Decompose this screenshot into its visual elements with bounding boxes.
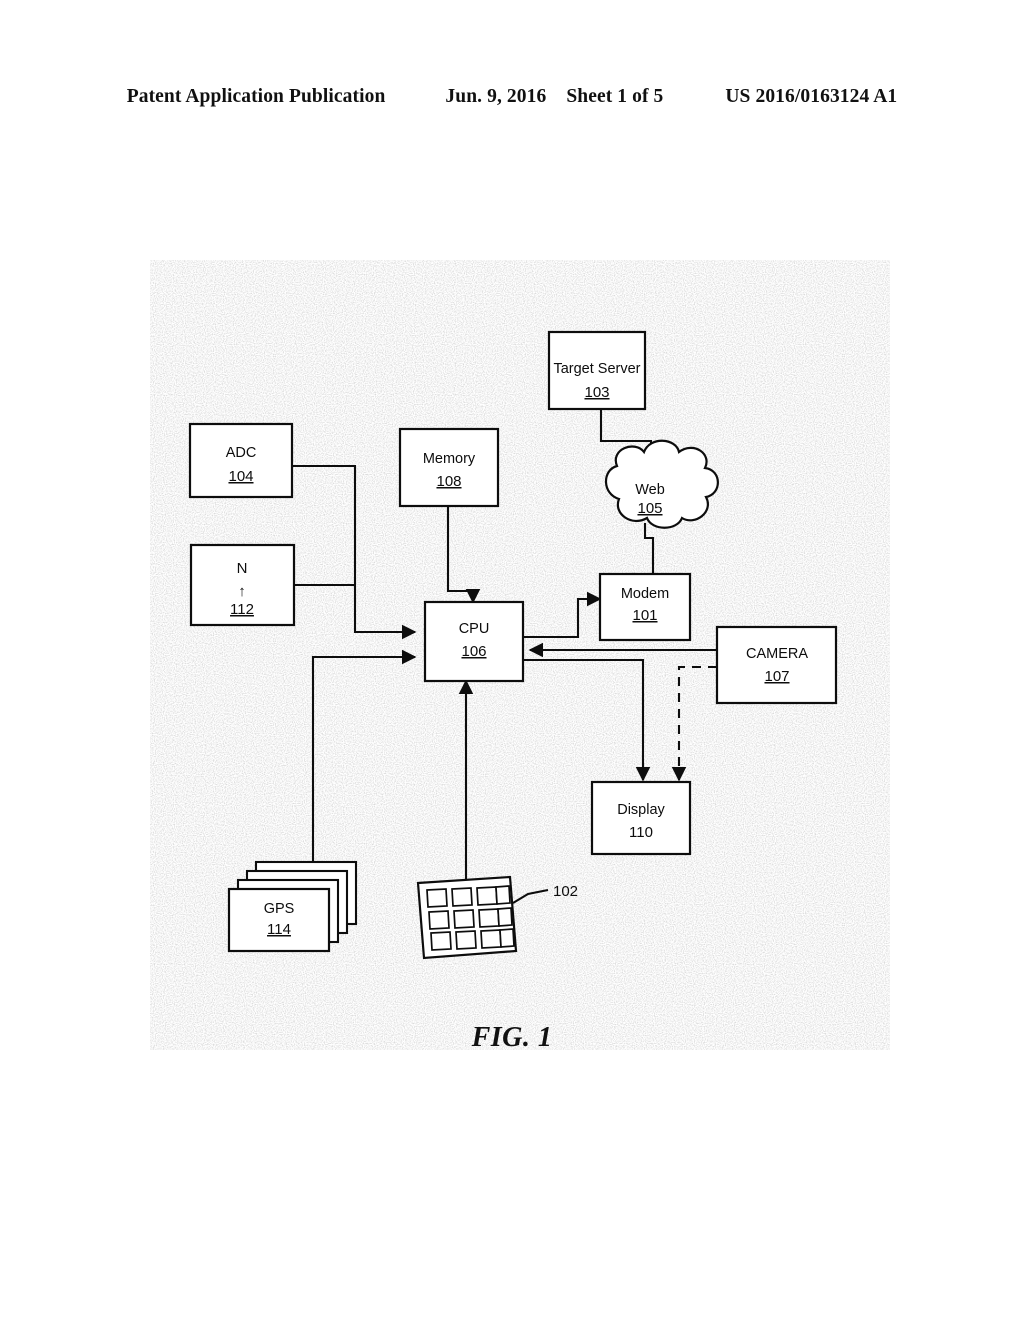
- web-label: Web: [635, 482, 665, 498]
- node-display[interactable]: Display 110: [590, 780, 692, 856]
- gps-card-front: [227, 887, 331, 953]
- node-compass[interactable]: N ↑ 112: [189, 543, 296, 627]
- compass-up-arrow-icon: ↑: [238, 583, 246, 600]
- keypad-key[interactable]: [428, 910, 450, 930]
- figure-1: Target Server 103 Web 105 ADC 104 Memory…: [0, 0, 1024, 1320]
- modem-number: 101: [632, 607, 657, 624]
- gps-label: GPS: [264, 901, 295, 917]
- keypad-key[interactable]: [453, 909, 475, 929]
- keypad-key[interactable]: [480, 929, 502, 949]
- target-server-number: 103: [584, 384, 609, 401]
- node-target-server[interactable]: Target Server 103: [547, 330, 647, 411]
- keypad-key[interactable]: [478, 908, 500, 928]
- adc-number: 104: [228, 468, 253, 485]
- compass-number: 112: [230, 601, 254, 618]
- memory-number: 108: [436, 473, 461, 490]
- keypad-key[interactable]: [426, 888, 448, 908]
- node-adc[interactable]: ADC 104: [188, 422, 294, 499]
- node-web-cloud[interactable]: Web 105: [604, 439, 719, 529]
- figure-caption: FIG. 1: [471, 1022, 553, 1053]
- camera-label: CAMERA: [746, 646, 808, 662]
- keypad-key[interactable]: [495, 885, 511, 905]
- adc-label: ADC: [226, 445, 257, 461]
- keypad-key[interactable]: [497, 907, 513, 927]
- keypad-key[interactable]: [499, 928, 515, 948]
- keypad-reference-number: 102: [553, 883, 578, 900]
- memory-label: Memory: [423, 451, 476, 467]
- keypad-key[interactable]: [455, 930, 477, 950]
- cpu-number: 106: [461, 643, 486, 660]
- gps-number: 114: [267, 921, 291, 938]
- node-memory[interactable]: Memory 108: [398, 427, 500, 508]
- display-number: 110: [629, 824, 653, 841]
- display-label: Display: [617, 802, 665, 818]
- modem-label: Modem: [621, 586, 669, 602]
- target-server-label: Target Server: [553, 361, 640, 377]
- node-cpu[interactable]: CPU 106: [423, 600, 525, 683]
- keypad-key[interactable]: [451, 887, 473, 907]
- compass-north-label: N: [237, 560, 248, 577]
- node-camera[interactable]: CAMERA 107: [715, 625, 838, 705]
- web-number: 105: [637, 500, 662, 517]
- camera-number: 107: [764, 668, 789, 685]
- keypad-key[interactable]: [430, 931, 452, 951]
- keypad-key[interactable]: [476, 886, 498, 906]
- node-gps-stack[interactable]: GPS 114: [227, 860, 358, 953]
- cpu-label: CPU: [459, 621, 490, 637]
- node-modem[interactable]: Modem 101: [598, 572, 692, 642]
